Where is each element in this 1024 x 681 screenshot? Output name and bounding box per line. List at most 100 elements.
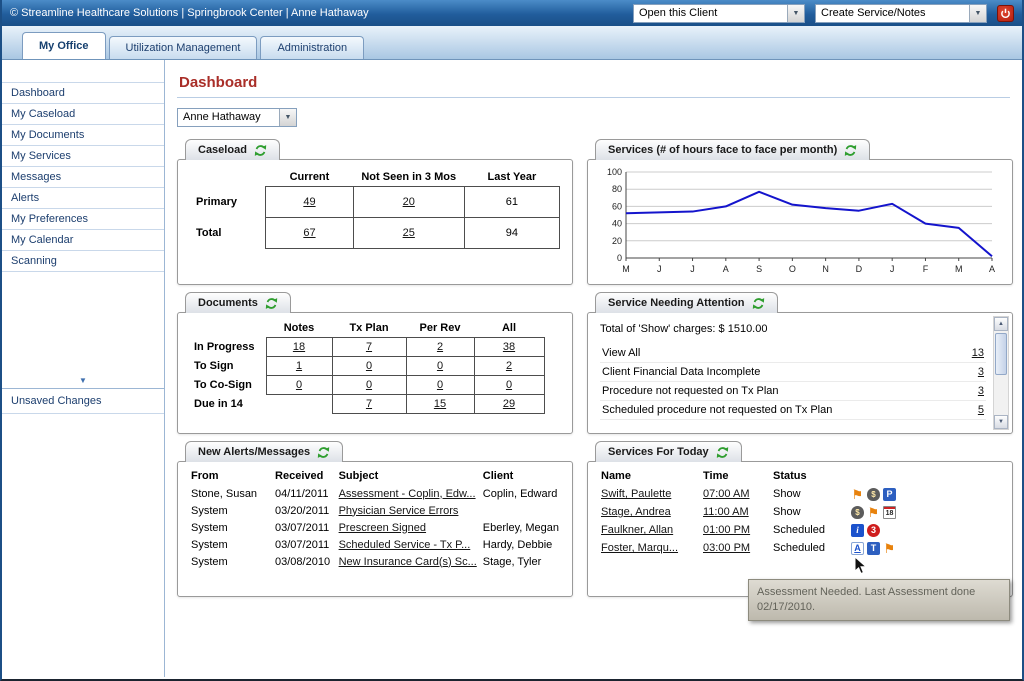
today-name-cell: Stage, Andrea: [598, 503, 700, 521]
documents-column-header: Tx Plan: [332, 319, 406, 338]
caseload-panel-body: CurrentNot Seen in 3 MosLast YearPrimary…: [178, 160, 572, 284]
documents-count-link[interactable]: 15: [434, 398, 446, 410]
sidebar-item-my-services[interactable]: My Services: [2, 146, 164, 167]
caseload-panel-header: Caseload: [185, 139, 280, 160]
app-window: © Streamline Healthcare Solutions | Spri…: [0, 0, 1024, 681]
refresh-icon[interactable]: [265, 297, 278, 310]
caseload-cell: 49: [266, 187, 354, 218]
tab-utilization-management[interactable]: Utilization Management: [109, 36, 258, 59]
alerts-panel-header: New Alerts/Messages: [185, 441, 343, 462]
alert-subject-link[interactable]: Scheduled Service - Tx P...: [339, 539, 471, 551]
documents-count-link[interactable]: 38: [503, 341, 515, 353]
refresh-icon[interactable]: [254, 144, 267, 157]
documents-count-link[interactable]: 0: [506, 379, 512, 391]
scroll-down-icon[interactable]: ▼: [994, 415, 1008, 429]
client-name-link[interactable]: Swift, Paulette: [601, 488, 671, 500]
attention-count-link[interactable]: 5: [978, 404, 984, 416]
today-status: Show: [770, 485, 848, 503]
scroll-up-icon[interactable]: ▲: [994, 317, 1008, 331]
logout-power-button[interactable]: [997, 5, 1014, 22]
attention-panel-body: Total of 'Show' charges: $ 1510.00View A…: [588, 313, 1012, 433]
service-time-link[interactable]: 01:00 PM: [703, 524, 750, 536]
moneybag-icon: $: [867, 488, 880, 501]
refresh-icon[interactable]: [716, 446, 729, 459]
documents-count-link[interactable]: 2: [437, 341, 443, 353]
refresh-icon[interactable]: [317, 446, 330, 459]
open-client-dropdown[interactable]: Open this Client ▼: [633, 4, 805, 23]
documents-cell: 0: [406, 376, 474, 395]
today-name-cell: Swift, Paulette: [598, 485, 700, 503]
caseload-count-link[interactable]: 67: [303, 227, 315, 239]
table-row: Foster, Marqu...03:00 PMScheduledAT⚑: [598, 539, 1002, 557]
documents-count-link[interactable]: 0: [366, 360, 372, 372]
sidebar-item-dashboard[interactable]: Dashboard: [2, 82, 164, 104]
documents-count-link[interactable]: 18: [293, 341, 305, 353]
documents-count-link[interactable]: 0: [296, 379, 302, 391]
svg-text:20: 20: [612, 236, 622, 246]
attention-count-link[interactable]: 13: [972, 347, 984, 359]
caseload-count-link[interactable]: 49: [303, 196, 315, 208]
dropdown-arrow-icon[interactable]: ▼: [279, 109, 296, 126]
attention-count-link[interactable]: 3: [978, 385, 984, 397]
dropdown-arrow-icon[interactable]: ▼: [969, 5, 986, 22]
client-name-link[interactable]: Foster, Marqu...: [601, 542, 678, 554]
documents-count-link[interactable]: 2: [506, 360, 512, 372]
scrollbar-thumb[interactable]: [995, 333, 1007, 375]
attention-row: Procedure not requested on Tx Plan3: [600, 382, 986, 401]
service-time-link[interactable]: 07:00 AM: [703, 488, 749, 500]
alert-subject-link[interactable]: Physician Service Errors: [339, 505, 459, 517]
service-time-link[interactable]: 03:00 PM: [703, 542, 750, 554]
sidebar-item-my-documents[interactable]: My Documents: [2, 125, 164, 146]
caseload-cell: 67: [266, 218, 354, 249]
refresh-icon[interactable]: [844, 144, 857, 157]
sidebar-item-messages[interactable]: Messages: [2, 167, 164, 188]
attention-count-link[interactable]: 3: [978, 366, 984, 378]
alert-subject-link[interactable]: Assessment - Coplin, Edw...: [339, 488, 476, 500]
attention-scrollbar[interactable]: ▲ ▼: [993, 316, 1009, 430]
create-service-dropdown[interactable]: Create Service/Notes ▼: [815, 4, 987, 23]
svg-text:A: A: [723, 264, 729, 274]
client-name-link[interactable]: Stage, Andrea: [601, 506, 671, 518]
alert-subject-cell: Assessment - Coplin, Edw...: [336, 485, 480, 502]
documents-cell: 29: [474, 395, 544, 414]
dropdown-arrow-icon[interactable]: ▼: [787, 5, 804, 22]
sidebar-item-alerts[interactable]: Alerts: [2, 188, 164, 209]
sidebar-item-my-preferences[interactable]: My Preferences: [2, 209, 164, 230]
caseload-count-link[interactable]: 25: [403, 227, 415, 239]
tab-administration[interactable]: Administration: [260, 36, 364, 59]
client-name-link[interactable]: Faulkner, Allan: [601, 524, 673, 536]
today-icons-cell: ⚑$P: [848, 485, 1002, 503]
power-icon: [1000, 8, 1011, 19]
staff-dropdown[interactable]: Anne Hathaway ▼: [177, 108, 297, 127]
documents-column-header: All: [474, 319, 544, 338]
sidebar-item-my-caseload[interactable]: My Caseload: [2, 104, 164, 125]
service-time-link[interactable]: 11:00 AM: [703, 506, 749, 518]
sidebar-scroll-down-icon[interactable]: ▼: [2, 373, 164, 388]
documents-cell: 1: [266, 357, 332, 376]
alert-subject-link[interactable]: New Insurance Card(s) Sc...: [339, 556, 477, 568]
documents-count-link[interactable]: 29: [503, 398, 515, 410]
documents-count-link[interactable]: 7: [366, 398, 372, 410]
svg-text:J: J: [657, 264, 662, 274]
documents-count-link[interactable]: 0: [437, 379, 443, 391]
attention-row-label: Scheduled procedure not requested on Tx …: [602, 404, 832, 416]
sidebar: DashboardMy CaseloadMy DocumentsMy Servi…: [2, 60, 165, 677]
a-badge-icon: A: [851, 542, 864, 555]
sidebar-item-unsaved-changes[interactable]: Unsaved Changes: [2, 388, 164, 414]
refresh-icon[interactable]: [752, 297, 765, 310]
svg-text:40: 40: [612, 219, 622, 229]
svg-text:J: J: [890, 264, 895, 274]
tab-my-office[interactable]: My Office: [22, 32, 106, 59]
documents-row-label: To Sign: [188, 357, 266, 376]
documents-count-link[interactable]: 1: [296, 360, 302, 372]
documents-count-link[interactable]: 0: [437, 360, 443, 372]
documents-count-link[interactable]: 7: [366, 341, 372, 353]
caseload-count-link[interactable]: 20: [403, 196, 415, 208]
documents-row-label: To Co-Sign: [188, 376, 266, 395]
documents-count-link[interactable]: 0: [366, 379, 372, 391]
alert-subject-link[interactable]: Prescreen Signed: [339, 522, 426, 534]
today-name-cell: Faulkner, Allan: [598, 521, 700, 539]
sidebar-item-scanning[interactable]: Scanning: [2, 251, 164, 272]
sidebar-item-my-calendar[interactable]: My Calendar: [2, 230, 164, 251]
attention-row: Client Financial Data Incomplete3: [600, 363, 986, 382]
